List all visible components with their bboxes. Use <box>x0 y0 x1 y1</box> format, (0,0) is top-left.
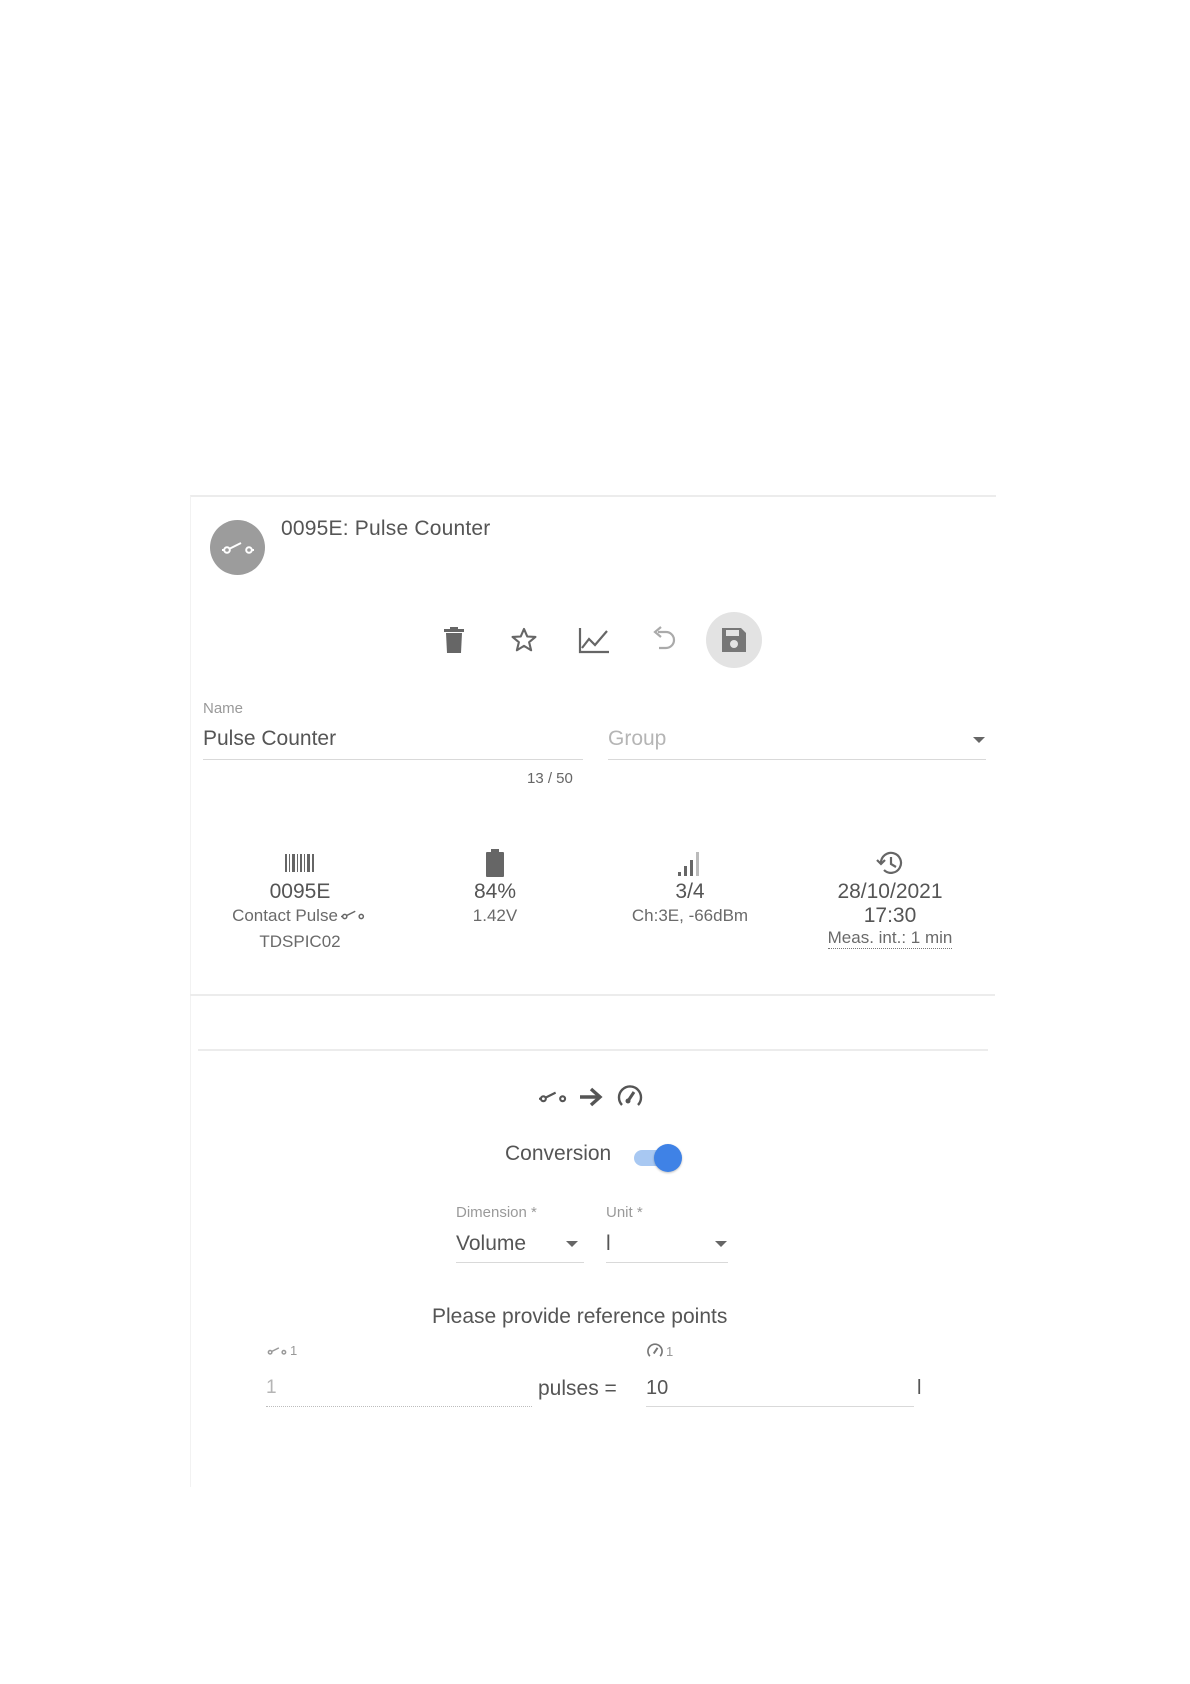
device-avatar <box>210 520 265 575</box>
section-divider <box>190 994 995 996</box>
trash-icon <box>444 627 464 653</box>
measurement-interval[interactable]: Meas. int.: 1 min <box>827 928 953 949</box>
signal-bars-icon <box>678 852 699 876</box>
undo-icon <box>653 626 676 650</box>
device-id: 0095E <box>269 880 331 903</box>
contact-switch-icon <box>267 1346 287 1355</box>
contact-switch-icon <box>221 541 254 554</box>
save-button[interactable] <box>706 612 762 668</box>
signal-channel: Ch:3E, -66dBm <box>631 906 749 925</box>
contact-switch-icon <box>340 910 365 920</box>
group-select[interactable]: Group <box>608 727 666 751</box>
reference-points-title: Please provide reference points <box>432 1305 728 1328</box>
dimension-underline <box>456 1262 584 1263</box>
name-underline <box>203 759 583 760</box>
gauge-icon <box>647 1343 663 1357</box>
last-date: 28/10/2021 <box>837 880 943 903</box>
meter-unit-suffix: l <box>917 1377 922 1399</box>
chevron-down-icon[interactable] <box>715 1241 727 1247</box>
meter-input[interactable]: 10 <box>646 1377 668 1400</box>
pulse-ref-label: 1 <box>266 1343 297 1358</box>
conversion-icons <box>538 1083 644 1111</box>
meter-input-underline <box>646 1406 914 1407</box>
device-type: Contact Pulse <box>210 904 390 928</box>
info-last-measurement: 28/10/2021 17:30 Meas. int.: 1 min <box>800 848 980 949</box>
name-input[interactable]: Pulse Counter <box>203 727 336 751</box>
name-char-counter: 13 / 50 <box>527 770 573 787</box>
device-model: TDSPIC02 <box>259 932 341 951</box>
unit-select[interactable]: l <box>606 1232 611 1256</box>
chart-button[interactable] <box>566 612 622 668</box>
chevron-down-icon[interactable] <box>566 1241 578 1247</box>
group-underline <box>608 759 986 760</box>
section-divider <box>198 1049 988 1051</box>
pulses-equals-text: pulses = <box>538 1377 617 1400</box>
device-type-label: Contact Pulse <box>232 906 338 925</box>
device-title: 0095E: Pulse Counter <box>281 517 491 540</box>
line-chart-icon <box>578 628 609 654</box>
dimension-label: Dimension * <box>456 1204 537 1221</box>
history-icon <box>876 851 903 874</box>
unit-label: Unit * <box>606 1204 643 1221</box>
toolbar <box>426 612 776 668</box>
name-label: Name <box>203 700 244 717</box>
star-outline-icon <box>511 627 537 652</box>
gauge-icon <box>617 1085 643 1106</box>
undo-button[interactable] <box>636 612 692 668</box>
arrow-right-icon <box>580 1087 603 1107</box>
pulse-input[interactable]: 1 <box>266 1377 277 1399</box>
pulse-ref-index: 1 <box>290 1343 298 1358</box>
dimension-select[interactable]: Volume <box>456 1232 526 1256</box>
info-signal: 3/4 Ch:3E, -66dBm <box>600 848 780 928</box>
conversion-toggle[interactable] <box>632 1143 682 1172</box>
barcode-icon <box>285 854 314 872</box>
conversion-label: Conversion <box>505 1142 612 1165</box>
chevron-down-icon[interactable] <box>973 737 985 743</box>
signal-level: 3/4 <box>675 880 705 903</box>
delete-button[interactable] <box>426 612 482 668</box>
battery-voltage: 1.42V <box>472 906 518 925</box>
last-time: 17:30 <box>863 904 917 927</box>
battery-icon <box>486 849 504 877</box>
unit-underline <box>606 1262 728 1263</box>
pulse-input-underline <box>266 1406 532 1407</box>
meter-ref-label: 1 <box>646 1342 673 1360</box>
toggle-knob <box>654 1144 682 1172</box>
info-id: 0095E Contact Pulse TDSPIC02 <box>210 848 390 954</box>
battery-percent: 84% <box>473 880 517 903</box>
info-battery: 84% 1.42V <box>425 848 565 928</box>
contact-switch-icon <box>539 1091 567 1103</box>
meter-ref-index: 1 <box>666 1343 674 1359</box>
floppy-disk-icon <box>722 628 746 652</box>
favorite-button[interactable] <box>496 612 552 668</box>
